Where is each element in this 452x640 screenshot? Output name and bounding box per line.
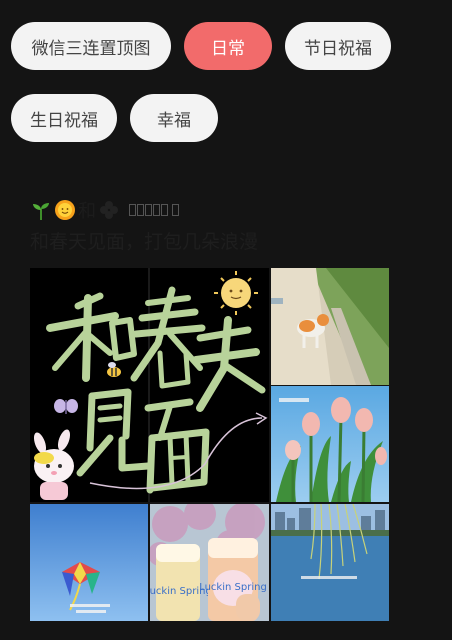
post-title-line2: 和春天见面，打包几朵浪漫 [30, 231, 259, 253]
lake-image [271, 504, 389, 621]
title-text-he: 和 [78, 201, 96, 222]
tulip-photo[interactable] [271, 386, 389, 502]
coffee-cups-photo[interactable]: Luckin Spring Luckin Spring [150, 504, 269, 621]
tab-wechat-top-image[interactable]: 微信三连置顶图 [11, 22, 171, 70]
clover-icon [100, 201, 118, 219]
kite-image [30, 504, 148, 621]
missing-glyphs [128, 204, 179, 216]
tab-daily[interactable]: 日常 [184, 22, 272, 70]
tab-happiness[interactable]: 幸福 [130, 94, 218, 142]
cat-photo[interactable] [271, 268, 389, 385]
lake-willow-photo[interactable] [271, 504, 389, 621]
sun-icon [55, 200, 75, 220]
calligraphy-illustration [30, 268, 269, 502]
cup-label-right: Luckin Spring [199, 582, 267, 593]
butterfly-sticker-icon [54, 399, 78, 414]
tulips-image [271, 386, 389, 502]
tab-birthday-wishes[interactable]: 生日祝福 [11, 94, 117, 142]
tab-festival-wishes[interactable]: 节日祝福 [285, 22, 391, 70]
sprout-icon [33, 203, 49, 220]
coffee-cups-image: Luckin Spring Luckin Spring [150, 504, 269, 621]
cat-on-path-image [271, 268, 389, 385]
calligraphy-image[interactable] [30, 268, 269, 502]
post-title-line1: 和 [30, 197, 179, 223]
kite-photo[interactable] [30, 504, 148, 621]
